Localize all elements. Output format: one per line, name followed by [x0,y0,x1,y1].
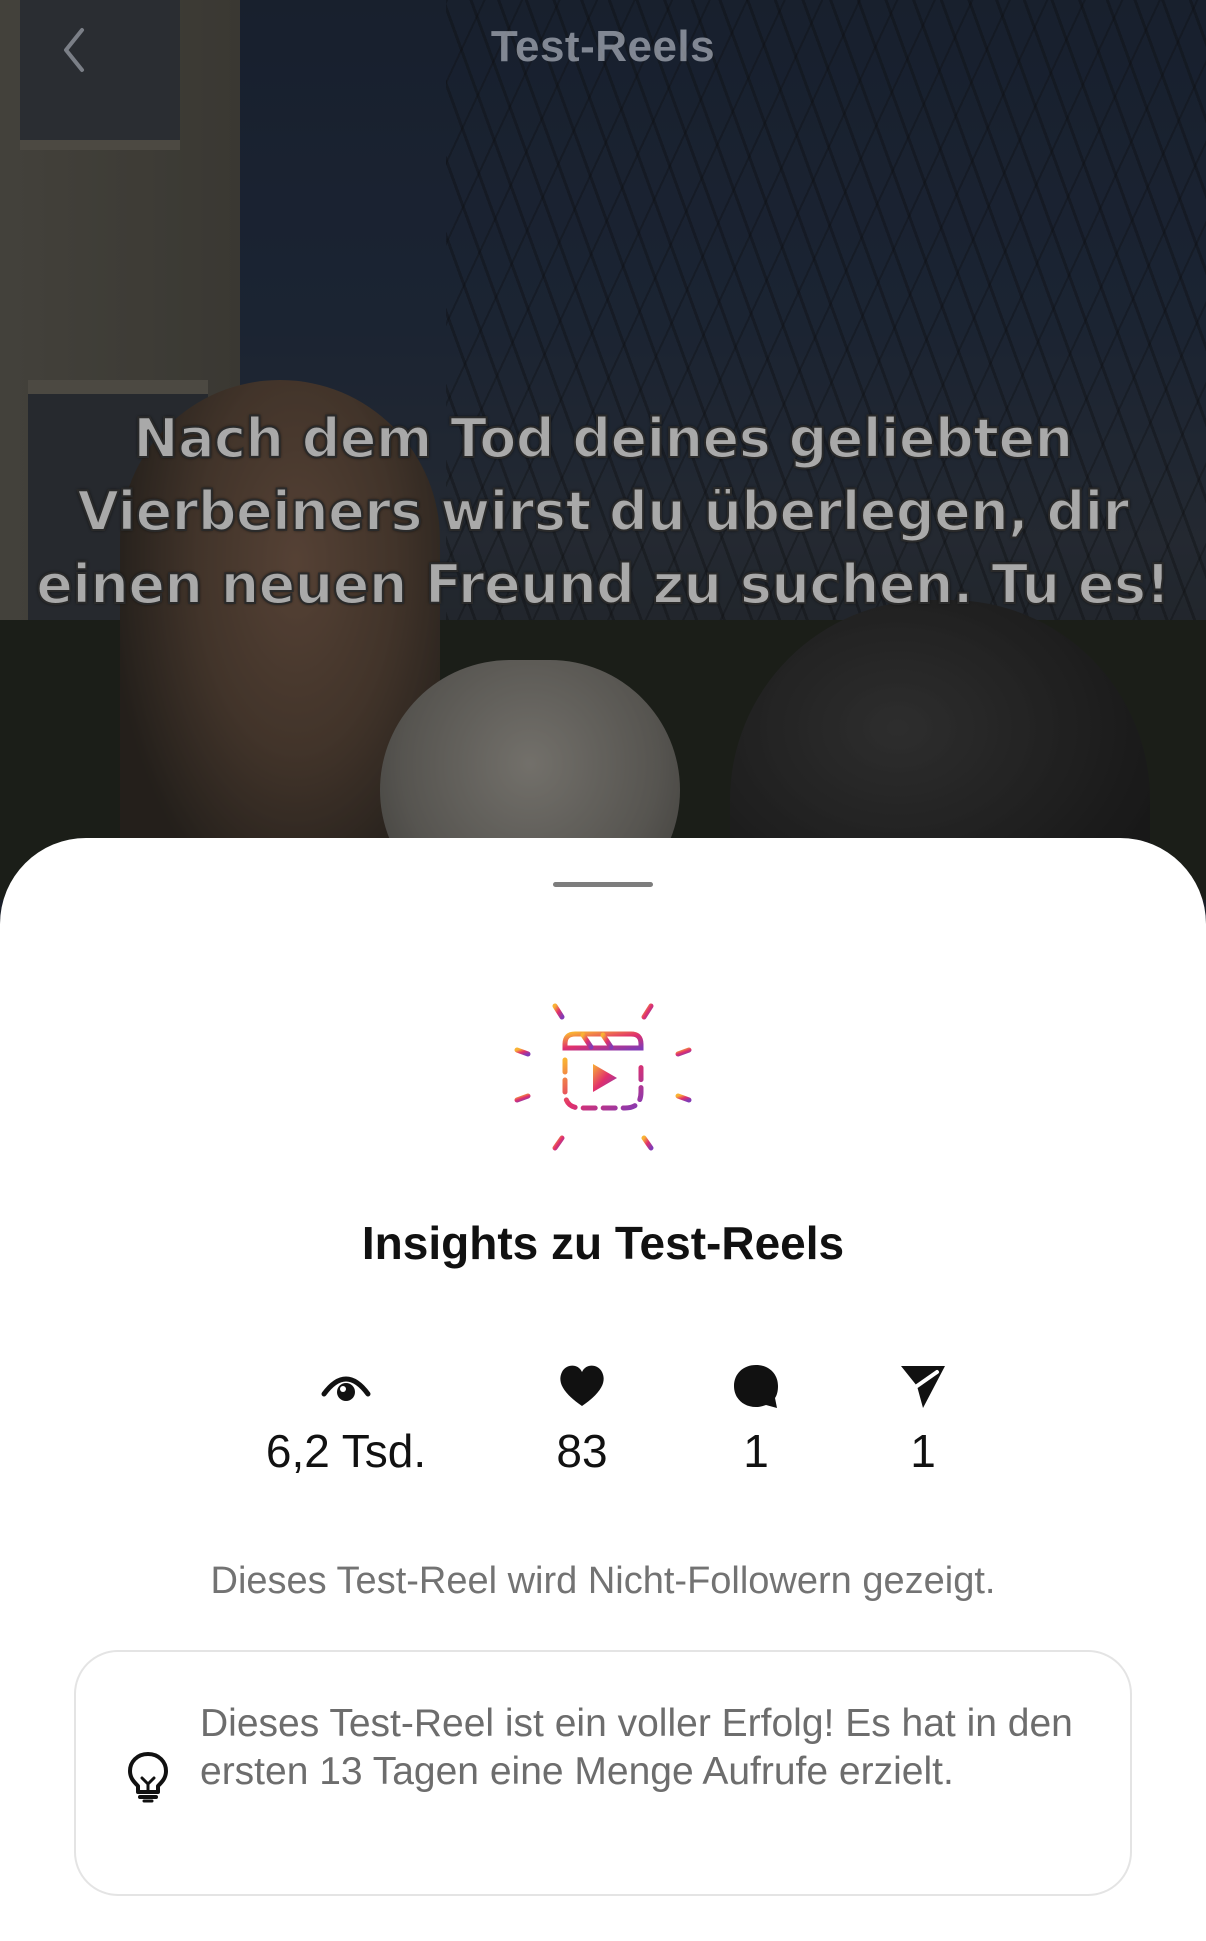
insights-title: Insights zu Test-Reels [361,1217,845,1269]
views-stat: 6,2 Tsd. [226,1360,466,1478]
reels-burst-icon [514,987,692,1165]
insights-sheet: Insights zu Test-Reels 6,2 Tsd. 83 1 1 D… [0,838,1206,1941]
heart-icon [560,1365,604,1406]
paper-plane-icon [901,1366,945,1408]
eye-icon [321,1376,371,1401]
reel-caption: Nach dem Tod deines geliebten Vierbeiner… [35,406,1171,617]
lightbulb-icon [128,1752,168,1803]
reach-note: Dieses Test-Reel wird Nicht-Followern ge… [210,1560,996,1602]
shares-stat: 1 [803,1360,1043,1478]
sheet-grabber[interactable] [553,882,653,887]
views-count: 6,2 Tsd. [265,1425,427,1477]
tip-text: Dieses Test-Reel ist ein voller Erfolg! … [200,1702,1073,1793]
page-title: Test-Reels [490,22,716,71]
tip-card: Dieses Test-Reel ist ein voller Erfolg! … [74,1650,1132,1896]
shares-count: 1 [910,1425,936,1477]
comment-bubble-icon [734,1365,778,1408]
